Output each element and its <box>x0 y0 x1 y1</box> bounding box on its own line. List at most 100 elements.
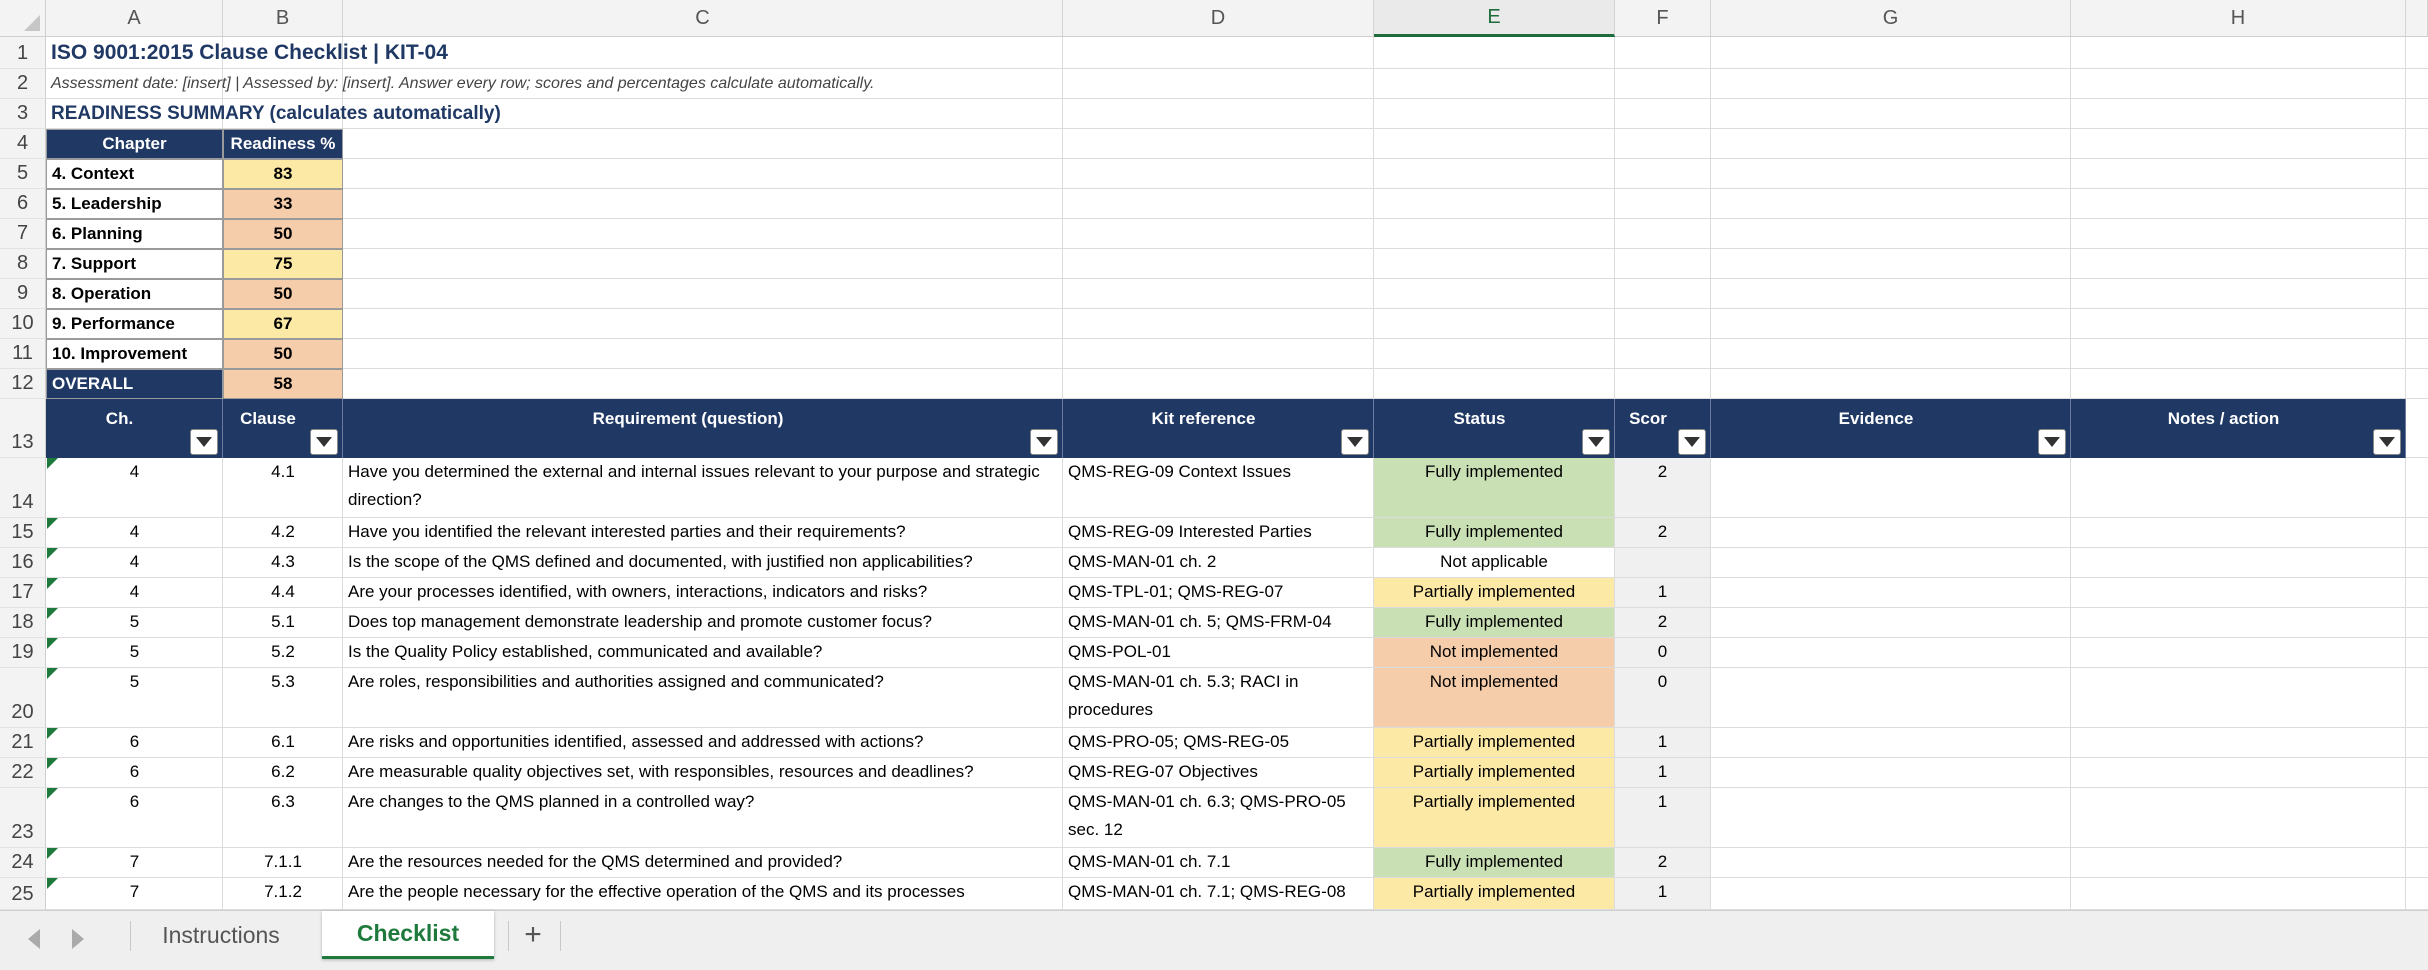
row-score[interactable]: 2 <box>1615 848 1710 877</box>
row-chapter[interactable]: 5 <box>46 608 223 638</box>
row-chapter[interactable]: 4 <box>46 548 223 578</box>
row-kit-reference[interactable]: QMS-REG-09 Interested Parties <box>1063 518 1374 548</box>
row-clause[interactable]: 6.1 <box>223 728 343 758</box>
header-chapter[interactable]: Ch. <box>46 399 223 458</box>
summary-chapter-label[interactable]: 8. Operation <box>46 279 223 309</box>
row-clause[interactable]: 7.1.1 <box>223 848 343 878</box>
row-requirement[interactable]: Are the resources needed for the QMS det… <box>343 848 1063 878</box>
row-header-3[interactable]: 3 <box>0 99 46 129</box>
row-clause[interactable]: 4.4 <box>223 578 343 608</box>
row-clause[interactable]: 4.3 <box>223 548 343 578</box>
add-sheet-button[interactable]: + <box>508 911 558 959</box>
row-requirement[interactable]: Are the people necessary for the effecti… <box>343 878 1063 910</box>
row-clause[interactable]: 6.2 <box>223 758 343 788</box>
row-chapter[interactable]: 7 <box>46 848 223 878</box>
summary-readiness-value[interactable]: 50 <box>223 339 343 369</box>
row-clause[interactable]: 4.2 <box>223 518 343 548</box>
row-evidence[interactable] <box>1711 458 2071 518</box>
row-evidence[interactable] <box>1711 518 2071 548</box>
row-notes[interactable] <box>2071 638 2406 668</box>
row-notes[interactable] <box>2071 578 2406 608</box>
row-header-7[interactable]: 7 <box>0 219 46 249</box>
row-score[interactable]: 1 <box>1615 758 1710 787</box>
select-all-corner[interactable] <box>0 0 46 37</box>
column-header-e[interactable]: E <box>1374 0 1615 37</box>
filter-dropdown-icon[interactable] <box>1582 429 1610 455</box>
row-clause[interactable]: 5.3 <box>223 668 343 728</box>
row-kit-reference[interactable]: QMS-MAN-01 ch. 6.3; QMS-PRO-05 sec. 12 <box>1063 788 1374 848</box>
row-clause[interactable]: 5.2 <box>223 638 343 668</box>
prev-sheet-arrow-icon[interactable] <box>28 929 40 949</box>
row-header-23[interactable]: 23 <box>0 788 46 848</box>
filter-dropdown-icon[interactable] <box>1030 429 1058 455</box>
row-requirement[interactable]: Are measurable quality objectives set, w… <box>343 758 1063 788</box>
header-score[interactable]: Scor <box>1615 399 1711 458</box>
row-status[interactable]: Partially implemented <box>1374 878 1614 909</box>
row-chapter[interactable]: 6 <box>46 728 223 758</box>
row-status[interactable]: Fully implemented <box>1374 848 1614 877</box>
summary-readiness-value[interactable]: 50 <box>223 219 343 249</box>
row-header-18[interactable]: 18 <box>0 608 46 638</box>
row-evidence[interactable] <box>1711 578 2071 608</box>
column-header-h[interactable]: H <box>2071 0 2406 37</box>
row-clause[interactable]: 4.1 <box>223 458 343 518</box>
row-evidence[interactable] <box>1711 728 2071 758</box>
row-header-14[interactable]: 14 <box>0 458 46 518</box>
row-notes[interactable] <box>2071 878 2406 910</box>
row-notes[interactable] <box>2071 608 2406 638</box>
row-clause[interactable]: 7.1.2 <box>223 878 343 910</box>
column-header-f[interactable]: F <box>1615 0 1711 37</box>
summary-chapter-label[interactable]: 6. Planning <box>46 219 223 249</box>
row-header-8[interactable]: 8 <box>0 249 46 279</box>
row-notes[interactable] <box>2071 668 2406 728</box>
row-requirement[interactable]: Have you identified the relevant interes… <box>343 518 1063 548</box>
summary-chapter-label[interactable]: 9. Performance <box>46 309 223 339</box>
summary-chapter-label[interactable]: 4. Context <box>46 159 223 189</box>
row-kit-reference[interactable]: QMS-REG-09 Context Issues <box>1063 458 1374 518</box>
row-header-16[interactable]: 16 <box>0 548 46 578</box>
row-score[interactable]: 2 <box>1615 458 1710 517</box>
row-header-17[interactable]: 17 <box>0 578 46 608</box>
row-requirement[interactable]: Are roles, responsibilities and authorit… <box>343 668 1063 728</box>
header-status[interactable]: Status <box>1374 399 1615 458</box>
row-kit-reference[interactable]: QMS-MAN-01 ch. 7.1 <box>1063 848 1374 878</box>
filter-dropdown-icon[interactable] <box>2373 429 2401 455</box>
row-status[interactable]: Not implemented <box>1374 668 1614 727</box>
row-requirement[interactable]: Does top management demonstrate leadersh… <box>343 608 1063 638</box>
row-status[interactable]: Partially implemented <box>1374 788 1614 847</box>
sheet-title[interactable]: ISO 9001:2015 Clause Checklist | KIT-04 <box>46 37 453 69</box>
next-sheet-arrow-icon[interactable] <box>72 929 84 949</box>
row-notes[interactable] <box>2071 548 2406 578</box>
row-header-12[interactable]: 12 <box>0 369 46 399</box>
row-kit-reference[interactable]: QMS-POL-01 <box>1063 638 1374 668</box>
row-chapter[interactable]: 4 <box>46 458 223 518</box>
row-chapter[interactable]: 4 <box>46 578 223 608</box>
row-kit-reference[interactable]: QMS-PRO-05; QMS-REG-05 <box>1063 728 1374 758</box>
row-header-21[interactable]: 21 <box>0 728 46 758</box>
column-header-d[interactable]: D <box>1063 0 1374 37</box>
row-evidence[interactable] <box>1711 788 2071 848</box>
column-header-g[interactable]: G <box>1711 0 2071 37</box>
row-notes[interactable] <box>2071 848 2406 878</box>
row-score[interactable]: 2 <box>1615 518 1710 547</box>
row-notes[interactable] <box>2071 788 2406 848</box>
row-header-4[interactable]: 4 <box>0 129 46 159</box>
row-notes[interactable] <box>2071 758 2406 788</box>
row-status[interactable]: Fully implemented <box>1374 608 1614 637</box>
summary-chapter-label[interactable]: 10. Improvement <box>46 339 223 369</box>
filter-dropdown-icon[interactable] <box>190 429 218 455</box>
summary-chapter-label[interactable]: 7. Support <box>46 249 223 279</box>
column-header-c[interactable]: C <box>343 0 1063 37</box>
summary-overall-label[interactable]: OVERALL <box>46 369 223 399</box>
row-header-10[interactable]: 10 <box>0 309 46 339</box>
row-header-2[interactable]: 2 <box>0 69 46 99</box>
row-header-11[interactable]: 11 <box>0 339 46 369</box>
row-status[interactable]: Partially implemented <box>1374 578 1614 607</box>
row-score[interactable]: 1 <box>1615 878 1710 909</box>
row-header-19[interactable]: 19 <box>0 638 46 668</box>
row-notes[interactable] <box>2071 458 2406 518</box>
row-kit-reference[interactable]: QMS-REG-07 Objectives <box>1063 758 1374 788</box>
column-header-b[interactable]: B <box>223 0 343 37</box>
row-status[interactable]: Fully implemented <box>1374 458 1614 517</box>
sheet-subtitle[interactable]: Assessment date: [insert] | Assessed by:… <box>46 69 879 99</box>
